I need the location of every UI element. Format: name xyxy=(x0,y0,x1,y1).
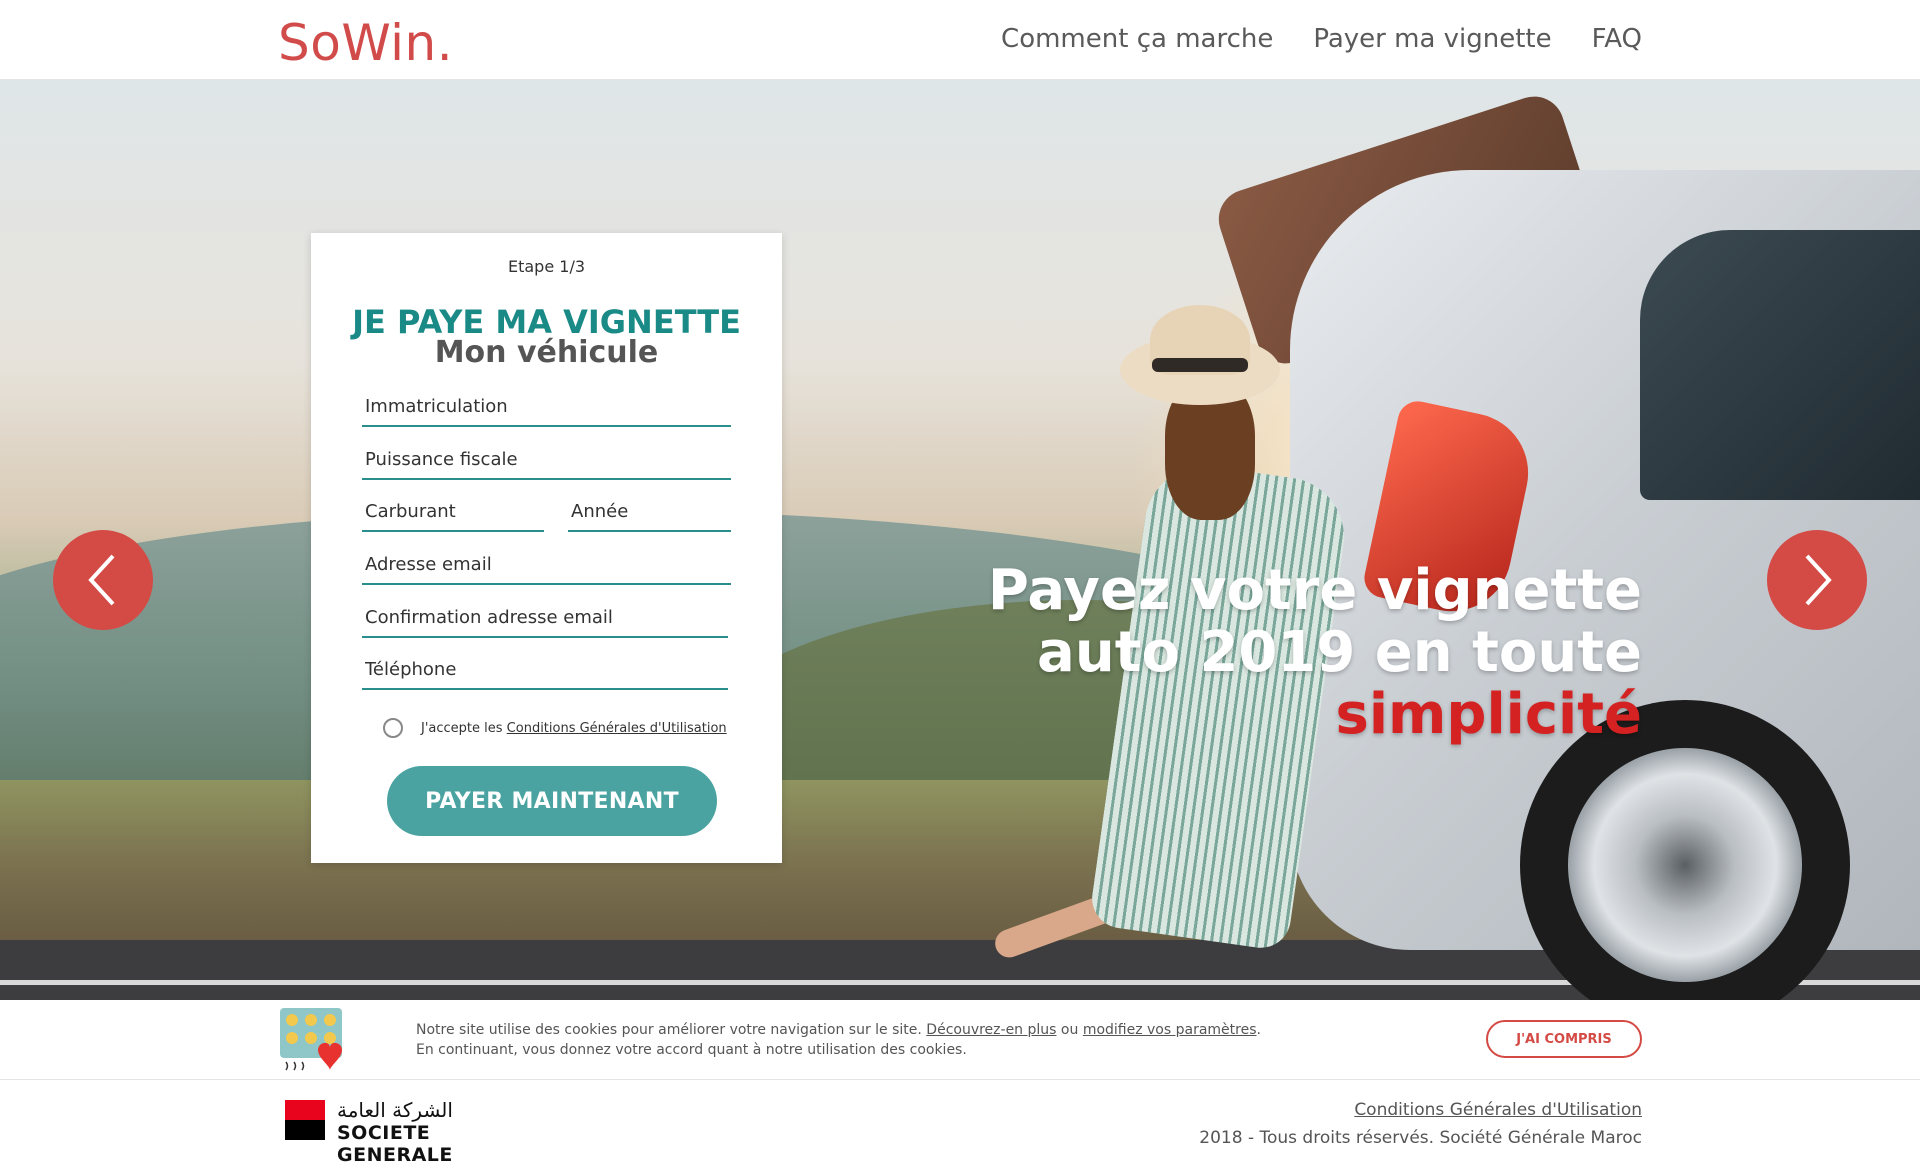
chevron-right-icon xyxy=(1805,554,1832,606)
email-confirm-input[interactable] xyxy=(365,607,728,628)
sowin-logo[interactable]: SoWin. xyxy=(278,14,453,72)
step-indicator: Etape 1/3 xyxy=(507,257,586,276)
tagline-line2: auto 2019 en toute xyxy=(1037,620,1642,685)
footer-links: Conditions Générales d'Utilisation 2018 … xyxy=(1199,1096,1642,1152)
nav-faq[interactable]: FAQ xyxy=(1592,24,1642,54)
cookie-settings-link[interactable]: modifiez vos paramètres xyxy=(1083,1022,1257,1038)
site-header: SoWin. Comment ça marche Payer ma vignet… xyxy=(0,0,1920,80)
email-field[interactable] xyxy=(362,554,731,585)
cookie-line2: En continuant, vous donnez votre accord … xyxy=(416,1042,967,1058)
hat-band xyxy=(1152,358,1248,372)
sg-logo-red-block xyxy=(285,1100,325,1120)
hero-tagline: Payez votre vignette auto 2019 en toute … xyxy=(988,560,1642,746)
cookie-text: Notre site utilise des cookies pour amél… xyxy=(416,1020,1261,1060)
accept-terms-label: J'accepte les Conditions Générales d'Uti… xyxy=(421,721,727,736)
cookie-text1: Notre site utilise des cookies pour amél… xyxy=(416,1022,922,1038)
accept-prefix: J'accepte les xyxy=(421,720,503,736)
car-window xyxy=(1640,230,1920,500)
footer-cgu-link[interactable]: Conditions Générales d'Utilisation xyxy=(1354,1100,1642,1120)
telephone-field[interactable] xyxy=(362,659,728,690)
nav-comment-ca-marche[interactable]: Comment ça marche xyxy=(1001,24,1273,54)
cookie-banner: Notre site utilise des cookies pour amél… xyxy=(0,1000,1920,1080)
cookie-learn-more-link[interactable]: Découvrez-en plus xyxy=(926,1022,1056,1038)
cgu-link[interactable]: Conditions Générales d'Utilisation xyxy=(507,721,727,736)
sg-arabic-name: الشركة العامة xyxy=(337,1098,453,1122)
sg-name: SOCIETE GENERALE xyxy=(337,1122,453,1166)
immatriculation-field[interactable] xyxy=(362,396,731,427)
immatriculation-input[interactable] xyxy=(365,396,731,417)
hero-banner: Payez votre vignette auto 2019 en toute … xyxy=(0,80,1920,1000)
cookie-ou: ou xyxy=(1060,1022,1079,1038)
puissance-fiscale-input[interactable] xyxy=(365,449,731,470)
societe-generale-logo[interactable]: الشركة العامة SOCIETE GENERALE xyxy=(285,1098,545,1166)
carousel-prev-button[interactable] xyxy=(53,530,153,630)
email-confirm-field[interactable] xyxy=(362,607,728,638)
form-subtitle: Mon véhicule xyxy=(434,335,659,370)
telephone-input[interactable] xyxy=(365,659,728,680)
pay-now-button[interactable]: PAYER MAINTENANT xyxy=(387,766,717,836)
carousel-next-button[interactable] xyxy=(1767,530,1867,630)
car-rim xyxy=(1568,748,1802,982)
annee-input[interactable] xyxy=(571,501,731,522)
cookie-consent-icon xyxy=(280,1008,342,1071)
sg-logo-black-block xyxy=(285,1120,325,1140)
vignette-form-card: Etape 1/3 JE PAYE MA VIGNETTE Mon véhicu… xyxy=(311,233,782,863)
puissance-fiscale-field[interactable] xyxy=(362,449,731,480)
carburant-field[interactable] xyxy=(362,501,544,532)
tagline-line1: Payez votre vignette xyxy=(987,558,1642,623)
carburant-input[interactable] xyxy=(365,501,544,522)
accept-terms-row: J'accepte les Conditions Générales d'Uti… xyxy=(383,718,727,738)
annee-field[interactable] xyxy=(568,501,731,532)
tagline-accent: simplicité xyxy=(1335,682,1643,747)
chevron-left-icon xyxy=(88,554,115,606)
cookie-line1: Notre site utilise des cookies pour amél… xyxy=(416,1022,1261,1038)
site-footer: الشركة العامة SOCIETE GENERALE Condition… xyxy=(0,1080,1920,1166)
cookie-accept-button[interactable]: J'AI COMPRIS xyxy=(1486,1020,1642,1058)
main-nav: Comment ça marche Payer ma vignette FAQ xyxy=(1001,24,1642,54)
email-input[interactable] xyxy=(365,554,731,575)
accept-terms-radio[interactable] xyxy=(383,718,403,738)
footer-copyright: 2018 - Tous droits réservés. Société Gén… xyxy=(1199,1128,1642,1148)
nav-payer-vignette[interactable]: Payer ma vignette xyxy=(1313,24,1551,54)
